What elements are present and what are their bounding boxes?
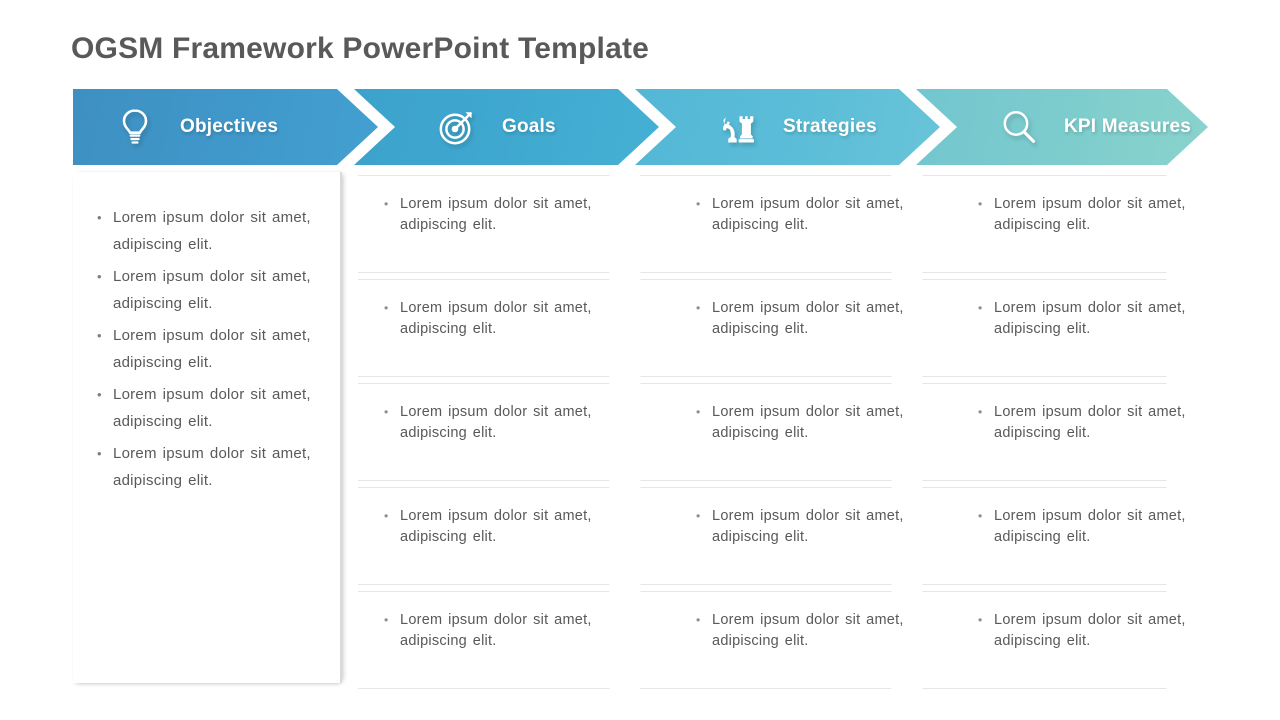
list-item-text: Lorem ipsum dolor sit amet, adipiscing e…: [712, 196, 904, 233]
list-item-text: Lorem ipsum dolor sit amet, adipiscing e…: [400, 508, 592, 545]
bullet-glyph: •: [384, 405, 389, 419]
bullet-glyph: •: [384, 613, 389, 627]
arrow-cell-strategies-4[interactable]: • Lorem ipsum dolor sit amet, adipiscing …: [640, 487, 932, 585]
arrow-cell-kpi-measures-2[interactable]: • Lorem ipsum dolor sit amet, adipiscing …: [922, 279, 1207, 377]
bullet-glyph: •: [384, 509, 389, 523]
list-item[interactable]: • Lorem ipsum dolor sit amet, adipiscing …: [384, 194, 602, 236]
list-item-text: Lorem ipsum dolor sit amet, adipiscing e…: [712, 404, 904, 441]
bullet-glyph: •: [978, 405, 983, 419]
bullet-glyph: •: [384, 301, 389, 315]
list-item[interactable]: • Lorem ipsum dolor sit amet, adipiscing …: [696, 506, 914, 548]
bullet-glyph: •: [978, 301, 983, 315]
list-item-text: Lorem ipsum dolor sit amet, adipiscing e…: [400, 196, 592, 233]
list-item[interactable]: • Lorem ipsum dolor sit amet, adipiscing …: [978, 506, 1196, 548]
bullet-glyph: •: [696, 405, 701, 419]
bullet-glyph: •: [696, 613, 701, 627]
arrow-cell-strategies-1[interactable]: • Lorem ipsum dolor sit amet, adipiscing …: [640, 175, 932, 273]
list-item[interactable]: • Lorem ipsum dolor sit amet, adipiscing …: [978, 610, 1196, 652]
list-item-text: Lorem ipsum dolor sit amet, adipiscing e…: [712, 300, 904, 337]
list-item-text: Lorem ipsum dolor sit amet, adipiscing e…: [994, 612, 1186, 649]
list-item[interactable]: • Lorem ipsum dolor sit amet, adipiscing …: [696, 610, 914, 652]
list-item-text: Lorem ipsum dolor sit amet, adipiscing e…: [994, 508, 1186, 545]
list-item-text: Lorem ipsum dolor sit amet, adipiscing e…: [994, 300, 1186, 337]
list-item[interactable]: • Lorem ipsum dolor sit amet, adipiscing …: [696, 402, 914, 444]
list-item[interactable]: • Lorem ipsum dolor sit amet, adipiscing …: [384, 506, 602, 548]
arrow-cell-strategies-5[interactable]: • Lorem ipsum dolor sit amet, adipiscing …: [640, 591, 932, 689]
bullet-glyph: •: [978, 197, 983, 211]
arrow-cell-kpi-measures-3[interactable]: • Lorem ipsum dolor sit amet, adipiscing …: [922, 383, 1207, 481]
arrow-cell-goals-5[interactable]: • Lorem ipsum dolor sit amet, adipiscing …: [358, 591, 650, 689]
arrow-cell-goals-2[interactable]: • Lorem ipsum dolor sit amet, adipiscing …: [358, 279, 650, 377]
arrow-cell-goals-4[interactable]: • Lorem ipsum dolor sit amet, adipiscing …: [358, 487, 650, 585]
arrow-cell-goals-3[interactable]: • Lorem ipsum dolor sit amet, adipiscing …: [358, 383, 650, 481]
list-item-text: Lorem ipsum dolor sit amet, adipiscing e…: [712, 612, 904, 649]
arrow-cell-kpi-measures-5[interactable]: • Lorem ipsum dolor sit amet, adipiscing …: [922, 591, 1207, 689]
arrow-cell-goals-1[interactable]: • Lorem ipsum dolor sit amet, adipiscing …: [358, 175, 650, 273]
list-item[interactable]: • Lorem ipsum dolor sit amet, adipiscing …: [978, 194, 1196, 236]
list-item[interactable]: • Lorem ipsum dolor sit amet, adipiscing …: [384, 610, 602, 652]
list-item[interactable]: • Lorem ipsum dolor sit amet, adipiscing …: [696, 194, 914, 236]
list-item[interactable]: • Lorem ipsum dolor sit amet, adipiscing …: [384, 298, 602, 340]
arrow-cell-strategies-3[interactable]: • Lorem ipsum dolor sit amet, adipiscing …: [640, 383, 932, 481]
bullet-glyph: •: [696, 301, 701, 315]
list-item-text: Lorem ipsum dolor sit amet, adipiscing e…: [994, 196, 1186, 233]
list-item-text: Lorem ipsum dolor sit amet, adipiscing e…: [712, 508, 904, 545]
list-item[interactable]: • Lorem ipsum dolor sit amet, adipiscing …: [978, 402, 1196, 444]
bullet-glyph: •: [696, 509, 701, 523]
list-item-text: Lorem ipsum dolor sit amet, adipiscing e…: [400, 612, 592, 649]
list-item[interactable]: • Lorem ipsum dolor sit amet, adipiscing …: [384, 402, 602, 444]
list-item-text: Lorem ipsum dolor sit amet, adipiscing e…: [400, 300, 592, 337]
bullet-glyph: •: [978, 509, 983, 523]
arrow-cell-kpi-measures-1[interactable]: • Lorem ipsum dolor sit amet, adipiscing …: [922, 175, 1207, 273]
list-item-text: Lorem ipsum dolor sit amet, adipiscing e…: [994, 404, 1186, 441]
bullet-glyph: •: [696, 197, 701, 211]
bullet-glyph: •: [978, 613, 983, 627]
arrow-cell-kpi-measures-4[interactable]: • Lorem ipsum dolor sit amet, adipiscing …: [922, 487, 1207, 585]
arrow-cell-strategies-2[interactable]: • Lorem ipsum dolor sit amet, adipiscing …: [640, 279, 932, 377]
bullet-glyph: •: [384, 197, 389, 211]
list-item[interactable]: • Lorem ipsum dolor sit amet, adipiscing …: [696, 298, 914, 340]
slide-canvas: OGSM Framework PowerPoint Template Objec…: [0, 0, 1280, 720]
list-item[interactable]: • Lorem ipsum dolor sit amet, adipiscing …: [978, 298, 1196, 340]
list-item-text: Lorem ipsum dolor sit amet, adipiscing e…: [400, 404, 592, 441]
ogsm-body-grid: • Lorem ipsum dolor sit amet, adipiscing …: [0, 0, 1280, 720]
